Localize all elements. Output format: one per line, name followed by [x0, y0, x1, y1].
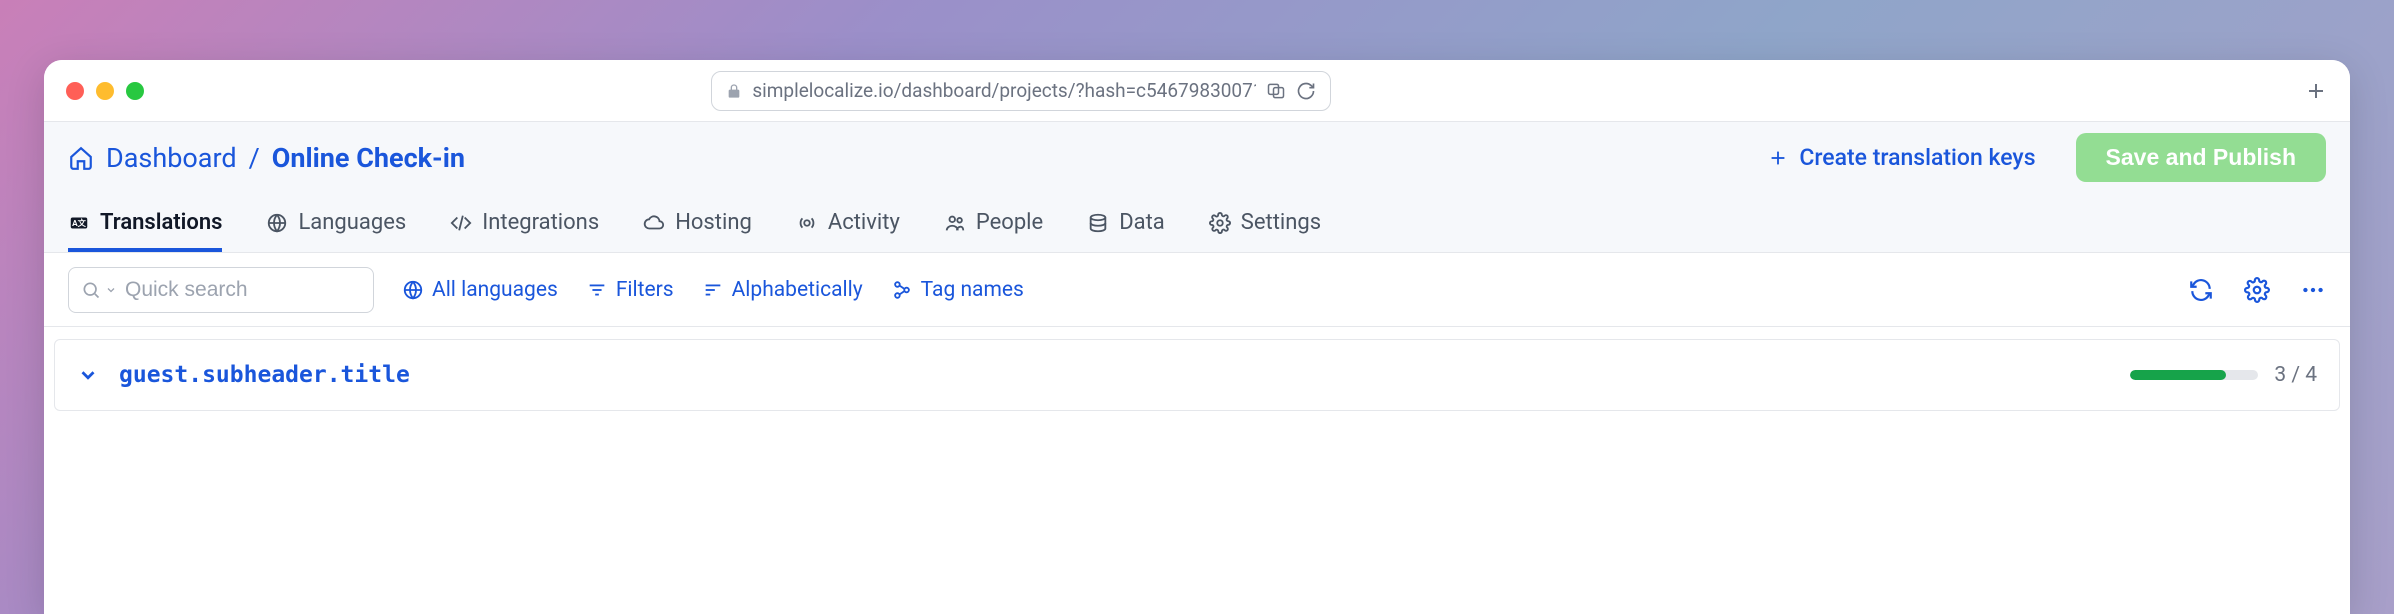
browser-toolbar: simplelocalize.io/dashboard/projects/?ha… [44, 60, 2350, 122]
tab-translations[interactable]: A文 Translations [68, 193, 222, 252]
tab-label: Integrations [482, 210, 599, 235]
tab-label: Activity [828, 210, 900, 235]
code-icon [450, 212, 472, 234]
tags-button[interactable]: Tag names [891, 278, 1024, 302]
progress-bar [2130, 370, 2258, 380]
settings-gear-icon[interactable] [2244, 277, 2270, 303]
toolbar: All languages Filters Alphabetically Tag… [44, 253, 2350, 327]
translation-key-list: guest.subheader.title 3 / 4 [44, 339, 2350, 411]
create-translation-keys-button[interactable]: Create translation keys [1767, 144, 2035, 171]
home-icon[interactable] [68, 145, 94, 171]
search-icon [81, 280, 101, 300]
filters-button[interactable]: Filters [586, 278, 674, 302]
breadcrumb-project[interactable]: Online Check-in [272, 142, 465, 174]
database-icon [1087, 212, 1109, 234]
create-keys-label: Create translation keys [1799, 144, 2035, 171]
chevron-down-icon [105, 284, 117, 296]
close-window-button[interactable] [66, 82, 84, 100]
tab-bar: A文 Translations Languages Integrations H… [44, 193, 2350, 253]
tab-label: Languages [298, 210, 406, 235]
gear-icon [1209, 212, 1231, 234]
tab-data[interactable]: Data [1087, 193, 1165, 252]
tab-languages[interactable]: Languages [266, 193, 406, 252]
translation-key-row[interactable]: guest.subheader.title 3 / 4 [54, 339, 2340, 411]
tab-label: Settings [1241, 210, 1321, 235]
all-languages-filter[interactable]: All languages [402, 278, 558, 302]
progress-indicator: 3 / 4 [2130, 363, 2317, 387]
translations-icon: A文 [68, 212, 90, 234]
maximize-window-button[interactable] [126, 82, 144, 100]
save-and-publish-button[interactable]: Save and Publish [2076, 133, 2326, 182]
tool-link-label: All languages [432, 278, 558, 302]
tab-label: Hosting [675, 210, 752, 235]
quick-search[interactable] [68, 267, 374, 313]
more-icon[interactable] [2300, 277, 2326, 303]
breadcrumb: Dashboard / Online Check-in [68, 142, 465, 174]
cloud-icon [643, 212, 665, 234]
address-bar[interactable]: simplelocalize.io/dashboard/projects/?ha… [711, 71, 1331, 111]
translation-key-name: guest.subheader.title [119, 362, 410, 388]
breadcrumb-separator: / [249, 142, 260, 174]
chevron-down-icon[interactable] [77, 364, 99, 386]
translate-icon[interactable] [1266, 81, 1286, 101]
search-input[interactable] [125, 278, 361, 302]
breadcrumb-dashboard[interactable]: Dashboard [106, 142, 237, 174]
browser-window: simplelocalize.io/dashboard/projects/?ha… [44, 60, 2350, 614]
minimize-window-button[interactable] [96, 82, 114, 100]
tab-settings[interactable]: Settings [1209, 193, 1321, 252]
refresh-icon[interactable] [2188, 277, 2214, 303]
tab-label: Translations [100, 210, 222, 235]
sort-button[interactable]: Alphabetically [702, 278, 863, 302]
window-controls [66, 82, 144, 100]
tab-hosting[interactable]: Hosting [643, 193, 752, 252]
tool-link-label: Filters [616, 278, 674, 302]
lock-icon [726, 83, 742, 99]
tab-label: Data [1119, 210, 1165, 235]
url-text: simplelocalize.io/dashboard/projects/?ha… [752, 79, 1256, 102]
tool-link-label: Alphabetically [732, 278, 863, 302]
tool-link-label: Tag names [921, 278, 1024, 302]
tab-integrations[interactable]: Integrations [450, 193, 599, 252]
progress-text: 3 / 4 [2274, 363, 2317, 387]
tab-label: People [976, 210, 1043, 235]
people-icon [944, 212, 966, 234]
svg-text:A文: A文 [72, 217, 87, 228]
new-tab-icon[interactable] [2304, 79, 2328, 103]
activity-icon [796, 212, 818, 234]
app-header: Dashboard / Online Check-in Create trans… [44, 122, 2350, 193]
tab-activity[interactable]: Activity [796, 193, 900, 252]
reload-icon[interactable] [1296, 81, 1316, 101]
tab-people[interactable]: People [944, 193, 1043, 252]
globe-icon [266, 212, 288, 234]
progress-fill [2130, 370, 2226, 380]
